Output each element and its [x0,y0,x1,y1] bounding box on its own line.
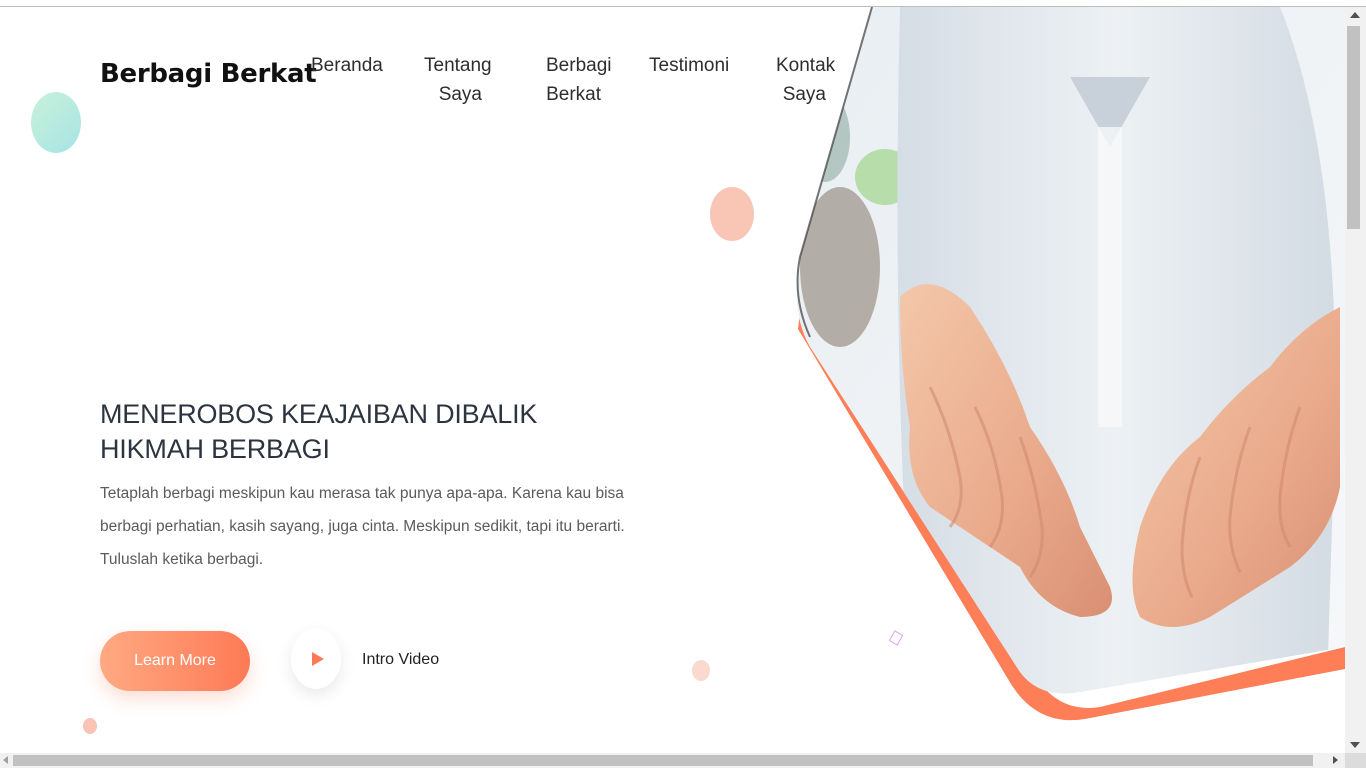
scroll-down-arrow-icon[interactable] [1350,742,1360,748]
intro-video-link[interactable]: Intro Video [362,651,439,669]
nav-item-beranda[interactable]: Beranda [311,51,383,80]
hero-hands-image [796,7,1345,721]
nav-item-tentang-saya[interactable]: Tentang Saya [424,51,492,109]
horizontal-scroll-thumb[interactable] [13,755,1313,766]
decor-bubble-small [692,660,710,681]
decor-bubble-tiny [83,718,97,734]
hero-title: MENEROBOS KEAJAIBAN DIBALIK HIKMAH BERBA… [100,399,538,464]
nav-item-testimoni[interactable]: Testimoni [649,51,729,80]
play-icon [312,652,324,666]
site-logo[interactable]: Berbagi Berkat [100,59,317,89]
nav-item-berbagi-berkat[interactable]: Berbagi Berkat [546,51,612,109]
learn-more-button[interactable]: Learn More [100,631,250,691]
vertical-scrollbar[interactable] [1345,7,1366,753]
horizontal-scrollbar[interactable] [0,753,1345,768]
scrollbar-corner [1345,753,1366,768]
scroll-up-arrow-icon[interactable] [1350,12,1360,18]
decor-bubble-peach [710,187,754,241]
scroll-right-arrow-icon[interactable] [1333,756,1338,764]
hero-description: Tetaplah berbagi meskipun kau merasa tak… [100,485,625,568]
landing-page: Berbagi Berkat Beranda Tentang Saya Berb… [0,7,1345,753]
browser-top-border [0,0,1366,7]
decor-bubble-mint [31,92,81,153]
scroll-left-arrow-icon[interactable] [3,756,8,764]
vertical-scroll-thumb[interactable] [1347,26,1360,229]
play-video-button[interactable] [291,628,341,689]
